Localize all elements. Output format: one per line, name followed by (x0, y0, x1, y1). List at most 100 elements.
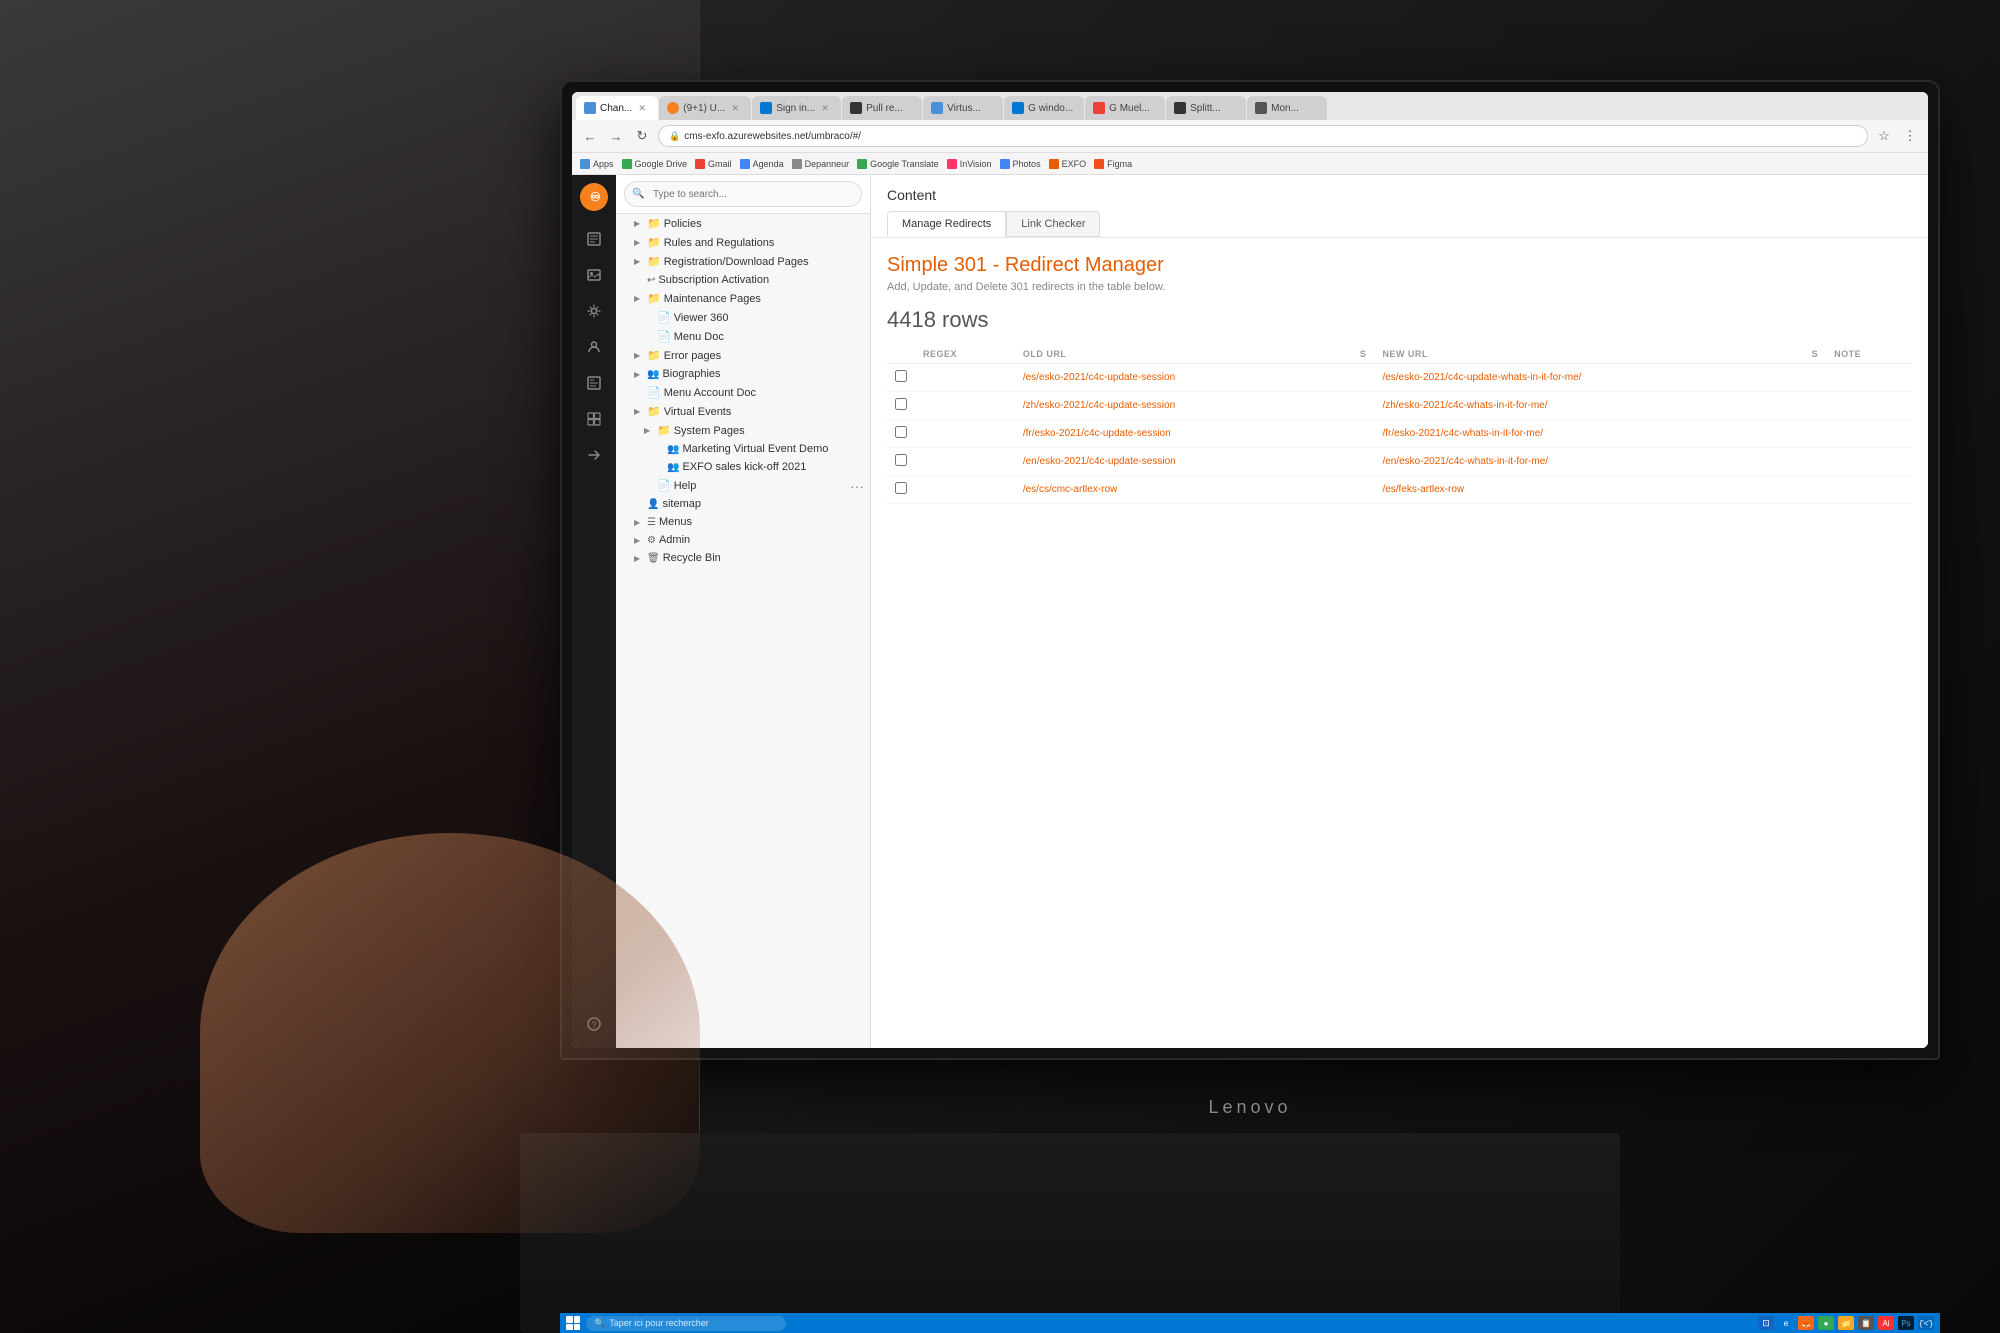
address-bar[interactable]: 🔒 cms-exfo.azurewebsites.net/umbraco/#/ (658, 125, 1868, 147)
row4-checkbox[interactable] (895, 454, 907, 466)
registration-toggle[interactable]: ▶ (634, 257, 644, 266)
umbraco-logo[interactable]: ♾ (580, 183, 608, 211)
bookmark-figma[interactable]: Figma (1094, 159, 1132, 169)
tree-item-marketingvirtual[interactable]: 👥 Marketing Virtual Event Demo (616, 440, 870, 458)
table-row: /fr/esko-2021/c4c-update-session /fr/esk… (887, 420, 1912, 448)
back-button[interactable]: ← (580, 126, 600, 146)
deploy-sidebar-icon[interactable] (578, 439, 610, 471)
row1-s1 (1352, 364, 1375, 392)
tab-2-close[interactable]: ✕ (729, 102, 741, 114)
browser-chrome: Chan... ✕ (9+1) U... ✕ Sign in... ✕ (572, 92, 1928, 175)
rules-toggle[interactable]: ▶ (634, 238, 644, 247)
bookmark-drive[interactable]: Google Drive (622, 159, 688, 169)
tab-3-close[interactable]: ✕ (819, 102, 831, 114)
taskbar-clipboard-icon[interactable]: 📋 (1858, 1316, 1874, 1330)
settings-sidebar-icon[interactable] (578, 295, 610, 327)
tree-item-sitemap[interactable]: 👤 sitemap (616, 495, 870, 513)
browser-tab-6[interactable]: G windo... (1004, 96, 1084, 120)
row1-checkbox[interactable] (895, 370, 907, 382)
search-input[interactable] (624, 181, 862, 207)
forms-sidebar-icon[interactable] (578, 367, 610, 399)
recycle-icon: 🗑 (647, 553, 660, 564)
browser-tab-active[interactable]: Chan... ✕ (576, 96, 658, 120)
tree-item-maintenance[interactable]: ▶ 📁 Maintenance Pages (616, 289, 870, 308)
virtualevents-toggle[interactable]: ▶ (634, 407, 644, 416)
recycle-toggle[interactable]: ▶ (634, 554, 644, 563)
tree-item-viewer360[interactable]: 📄 Viewer 360 (616, 308, 870, 327)
taskbar-ai-icon[interactable]: Ai (1878, 1316, 1894, 1330)
row4-checkbox-cell[interactable] (887, 448, 915, 476)
help-more-icon[interactable]: ··· (850, 478, 864, 494)
row1-checkbox-cell[interactable] (887, 364, 915, 392)
row2-checkbox-cell[interactable] (887, 392, 915, 420)
tab-9-favicon (1255, 102, 1267, 114)
users-sidebar-icon[interactable] (578, 331, 610, 363)
tree-item-errorpages[interactable]: ▶ 📁 Error pages (616, 346, 870, 365)
content-sidebar-icon[interactable] (578, 223, 610, 255)
refresh-button[interactable]: ↻ (632, 126, 652, 146)
browser-tab-7[interactable]: G Muel... (1085, 96, 1165, 120)
tab-close-btn[interactable]: ✕ (636, 102, 648, 114)
admin-toggle[interactable]: ▶ (634, 536, 644, 545)
tree-item-systempages[interactable]: ▶ 📁 System Pages (616, 421, 870, 440)
menus-toggle[interactable]: ▶ (634, 518, 644, 527)
biographies-toggle[interactable]: ▶ (634, 370, 644, 379)
tree-item-exfosales[interactable]: 👥 EXFO sales kick-off 2021 (616, 458, 870, 476)
row3-checkbox[interactable] (895, 426, 907, 438)
taskbar-edge-icon[interactable]: e (1778, 1316, 1794, 1330)
tree-item-rules[interactable]: ▶ 📁 Rules and Regulations (616, 233, 870, 252)
taskbar-firefox-icon[interactable]: 🦊 (1798, 1316, 1814, 1330)
taskbar-explorer-icon[interactable]: 📁 (1838, 1316, 1854, 1330)
browser-tab-2[interactable]: (9+1) U... ✕ (659, 96, 751, 120)
bookmark-depanneur[interactable]: Depanneur (792, 159, 850, 169)
tree-item-recycle[interactable]: ▶ 🗑 Recycle Bin (616, 549, 870, 567)
packages-sidebar-icon[interactable] (578, 403, 610, 435)
media-sidebar-icon[interactable] (578, 259, 610, 291)
tab-link-checker[interactable]: Link Checker (1006, 211, 1100, 237)
tree-item-admin[interactable]: ▶ ⚙ Admin (616, 531, 870, 549)
browser-tab-4[interactable]: Pull re... (842, 96, 922, 120)
tree-item-registration[interactable]: ▶ 📁 Registration/Download Pages (616, 252, 870, 271)
taskbar-ps-icon[interactable]: Ps (1898, 1316, 1914, 1330)
tree-item-menus[interactable]: ▶ ☰ Menus (616, 513, 870, 531)
bookmark-apps[interactable]: Apps (580, 159, 614, 169)
browser-tab-3[interactable]: Sign in... ✕ (752, 96, 841, 120)
tree-item-help[interactable]: 📄 Help ··· (616, 476, 870, 495)
row4-regex (915, 448, 1015, 476)
menu-button[interactable]: ⋮ (1900, 126, 1920, 146)
tab-manage-redirects[interactable]: Manage Redirects (887, 211, 1006, 237)
row3-checkbox-cell[interactable] (887, 420, 915, 448)
bookmark-exfo[interactable]: EXFO (1049, 159, 1087, 169)
bookmark-photos[interactable]: Photos (1000, 159, 1041, 169)
errorpages-toggle[interactable]: ▶ (634, 351, 644, 360)
bookmark-gmail[interactable]: Gmail (695, 159, 732, 169)
tree-item-biographies[interactable]: ▶ 👥 Biographies (616, 365, 870, 383)
tree-item-menudoc[interactable]: 📄 Menu Doc (616, 327, 870, 346)
forward-button[interactable]: → (606, 126, 626, 146)
start-button[interactable] (566, 1316, 580, 1330)
tree-item-menuaccountdoc[interactable]: 📄 Menu Account Doc (616, 383, 870, 402)
browser-tab-5[interactable]: Virtus... (923, 96, 1003, 120)
bookmark-invision[interactable]: InVision (947, 159, 992, 169)
browser-tab-9[interactable]: Mon... (1247, 96, 1327, 120)
taskbar-chrome-icon[interactable]: ● (1818, 1316, 1834, 1330)
tree-item-subscription[interactable]: ↩ Subscription Activation (616, 271, 870, 289)
systempages-toggle[interactable]: ▶ (644, 426, 654, 435)
row5-checkbox-cell[interactable] (887, 476, 915, 504)
tree-item-policies[interactable]: ▶ 📁 Policies (616, 214, 870, 233)
row3-s2 (1804, 420, 1827, 448)
bookmark-agenda[interactable]: Agenda (740, 159, 784, 169)
bookmark-translate[interactable]: Google Translate (857, 159, 939, 169)
taskbar-search[interactable]: 🔍 Taper ici pour rechercher (586, 1316, 786, 1331)
taskbar-task-view[interactable]: ⊡ (1758, 1316, 1774, 1330)
policies-toggle[interactable]: ▶ (634, 219, 644, 228)
taskbar-vscode-icon[interactable]: {'<'} (1918, 1316, 1934, 1330)
tree-item-virtualevents[interactable]: ▶ 📁 Virtual Events (616, 402, 870, 421)
extensions-button[interactable]: ☆ (1874, 126, 1894, 146)
table-row: /en/esko-2021/c4c-update-session /en/esk… (887, 448, 1912, 476)
browser-tab-8[interactable]: Splitt... (1166, 96, 1246, 120)
maintenance-toggle[interactable]: ▶ (634, 294, 644, 303)
row5-checkbox[interactable] (895, 482, 907, 494)
row2-checkbox[interactable] (895, 398, 907, 410)
row3-new-url: /fr/esko-2021/c4c-whats-in-it-for-me/ (1374, 420, 1803, 448)
